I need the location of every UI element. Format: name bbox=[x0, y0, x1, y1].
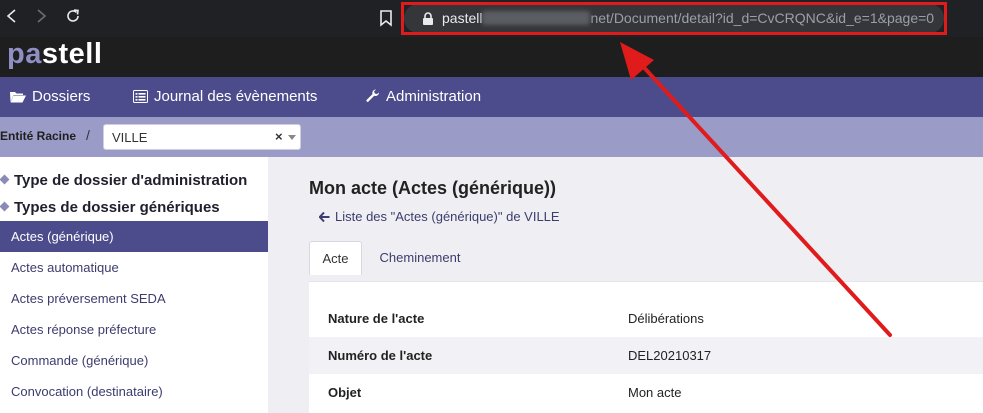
sidebar-heading-generic[interactable]: Types de dossier génériques bbox=[0, 199, 220, 216]
wrench-icon bbox=[366, 89, 380, 102]
field-value: Délibérations bbox=[628, 311, 704, 326]
nav-journal[interactable]: Journal des évènements bbox=[133, 88, 317, 105]
clear-selection-icon[interactable]: × bbox=[275, 129, 283, 144]
back-arrow-icon[interactable] bbox=[2, 8, 22, 28]
back-to-list-link[interactable]: Liste des "Actes (générique)" de VILLE bbox=[318, 209, 560, 224]
chevron-down-icon[interactable] bbox=[288, 135, 296, 140]
main-nav: Dossiers Journal des évènements Administ… bbox=[0, 77, 983, 117]
tab-cheminement[interactable]: Cheminement bbox=[365, 241, 475, 275]
table-row: Numéro de l'acte DEL20210317 bbox=[309, 337, 983, 374]
table-row: Objet Mon acte bbox=[309, 374, 983, 411]
sidebar: Type de dossier d'administration Types d… bbox=[0, 157, 268, 413]
forward-arrow-icon[interactable] bbox=[31, 8, 51, 28]
breadcrumb-root-link[interactable]: Entité Racine bbox=[0, 129, 76, 143]
arrow-left-icon bbox=[318, 211, 330, 223]
list-alt-icon bbox=[133, 90, 148, 103]
field-value: Mon acte bbox=[628, 385, 682, 400]
table-row: Nature de l'acte Délibérations bbox=[309, 300, 983, 337]
sidebar-item-actes-automatique[interactable]: Actes automatique bbox=[0, 252, 268, 283]
sidebar-item-commande-generique[interactable]: Commande (générique) bbox=[0, 345, 268, 376]
sidebar-item-actes-preversement-seda[interactable]: Actes préversement SEDA bbox=[0, 283, 268, 314]
diamond-icon bbox=[0, 174, 10, 185]
nav-dossiers[interactable]: Dossiers bbox=[10, 88, 90, 105]
main-content: Mon acte (Actes (générique)) Liste des "… bbox=[268, 157, 983, 413]
sidebar-item-actes-generique[interactable]: Actes (générique) bbox=[0, 221, 268, 252]
bookmark-icon[interactable] bbox=[377, 8, 395, 28]
nav-administration[interactable]: Administration bbox=[366, 88, 481, 105]
entity-select[interactable]: VILLE × bbox=[103, 124, 301, 150]
field-label: Objet bbox=[328, 385, 362, 400]
breadcrumb-separator: / bbox=[86, 127, 90, 143]
tab-acte[interactable]: Acte bbox=[309, 241, 362, 275]
page-title: Mon acte (Actes (générique)) bbox=[309, 178, 557, 198]
field-label: Nature de l'acte bbox=[328, 311, 425, 326]
breadcrumb: Entité Racine / VILLE × bbox=[0, 117, 983, 157]
sidebar-item-actes-reponse-prefecture[interactable]: Actes réponse préfecture bbox=[0, 314, 268, 345]
pastell-logo[interactable]: pastell bbox=[7, 38, 102, 71]
folder-open-icon bbox=[10, 92, 26, 103]
field-label: Numéro de l'acte bbox=[328, 348, 433, 363]
reload-icon[interactable] bbox=[63, 8, 83, 28]
diamond-icon bbox=[0, 201, 10, 212]
document-detail-panel: Nature de l'acte Délibérations Numéro de… bbox=[309, 281, 983, 413]
annotation-highlight-box bbox=[401, 2, 947, 35]
app-header: pastell bbox=[0, 37, 983, 77]
sidebar-heading-admin[interactable]: Type de dossier d'administration bbox=[0, 172, 247, 189]
sidebar-item-convocation-destinataire[interactable]: Convocation (destinataire) bbox=[0, 376, 268, 407]
browser-toolbar: pastell net/Document/detail?id_d=CvCRQNC&… bbox=[0, 0, 983, 37]
entity-select-value: VILLE bbox=[112, 130, 148, 145]
field-value: DEL20210317 bbox=[628, 348, 712, 363]
